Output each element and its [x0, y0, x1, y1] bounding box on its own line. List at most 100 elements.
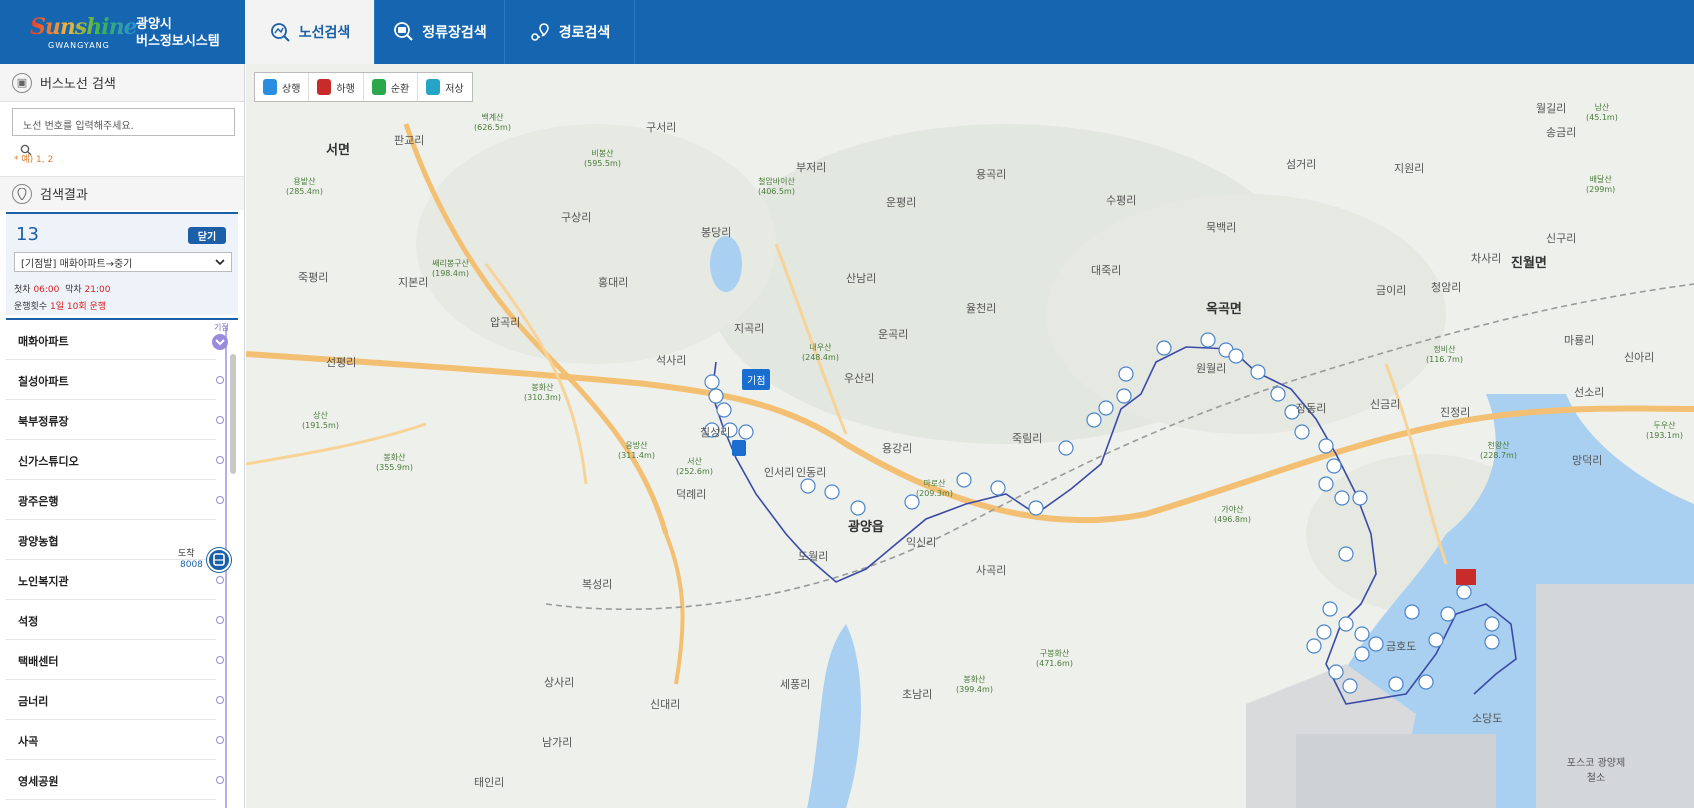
list-item[interactable]: 사곡 — [6, 720, 224, 760]
peak-name: 봉화산 — [383, 453, 406, 462]
legend-up[interactable]: 상행 — [255, 73, 310, 101]
place-label: 장동리 — [1296, 402, 1327, 415]
stop-name: 택배센터 — [18, 655, 59, 668]
peak-height: (198.4m) — [432, 269, 469, 278]
stop-name: 칠성아파트 — [18, 375, 69, 388]
tab-route-search[interactable]: 노선검색 — [245, 0, 375, 64]
place-label: 소당도 — [1472, 712, 1503, 725]
peak-label: 두우산 (193.1m) — [1646, 420, 1683, 440]
first-bus-time: 06:00 — [33, 285, 60, 295]
place-label: 선평리 — [326, 356, 357, 369]
peak-name: 백계산 — [481, 113, 504, 122]
peak-name: 정비산 — [1433, 345, 1456, 354]
bus-position-icon[interactable] — [207, 548, 231, 572]
place-label: 서면 — [326, 143, 350, 158]
place-label: 홍대리 — [598, 276, 629, 289]
arrival-bus-number: 8008 — [180, 560, 203, 570]
stop-name: 신가스튜디오 — [18, 455, 79, 468]
peak-label: 상산 (191.5m) — [302, 410, 339, 430]
place-label: 지원리 — [1394, 162, 1425, 175]
place-label: 금이리 — [1376, 284, 1407, 297]
list-item[interactable]: 신가스튜디오 — [6, 440, 224, 480]
peak-name: 가야산 — [1221, 505, 1244, 514]
place-label: 도월리 — [798, 550, 829, 563]
peak-height: (595.5m) — [584, 159, 621, 168]
sidebar-scrollbar[interactable] — [230, 354, 236, 474]
place-label: 죽평리 — [298, 271, 329, 284]
place-label: 운곡리 — [878, 328, 909, 341]
logo-subtitle: GWANGYANG — [48, 41, 110, 50]
peak-height: (116.7m) — [1426, 355, 1463, 364]
tab-path-search[interactable]: 경로검색 — [505, 0, 635, 64]
route-times: 첫차 06:00 막차 21:00 운행횟수 1일 10회 운행 — [14, 282, 110, 316]
map-view[interactable]: 상행 하행 순환 저상 기점 서면 판교리 구서리 부저리 용곡리 수평리 섬거… — [246, 64, 1694, 808]
route-search-input[interactable]: 노선 번호를 입력해주세요. — [12, 108, 235, 136]
list-item[interactable]: 칠성아파트 — [6, 360, 224, 400]
map-canvas — [246, 123, 1694, 808]
peak-height: (406.5m) — [758, 187, 795, 196]
stop-dot — [216, 496, 224, 504]
place-label: 지본리 — [398, 276, 429, 289]
legend-down[interactable]: 하행 — [309, 73, 364, 101]
peak-name: 천왕산 — [1487, 441, 1510, 450]
peak-name: 쌔리봉구산 — [432, 259, 469, 268]
peak-height: (299m) — [1586, 185, 1616, 194]
direction-select[interactable]: [기점발] 매화아파트→중기 — [14, 252, 232, 272]
peak-label: 천왕산 (228.7m) — [1480, 440, 1517, 460]
place-label: 옥곡면 — [1206, 302, 1242, 317]
place-label: 구상리 — [561, 211, 592, 224]
close-button[interactable]: 닫기 — [188, 227, 226, 244]
main-tabs: 노선검색 정류장검색 경로검색 — [245, 0, 635, 64]
place-label: 초남리 — [902, 688, 933, 701]
arrival-label: 도착 — [178, 549, 195, 559]
legend-circular[interactable]: 순환 — [364, 73, 419, 101]
place-label: 금호도 — [1386, 640, 1417, 653]
place-label: 망덕리 — [1572, 454, 1603, 467]
peak-height: (626.5m) — [474, 123, 511, 132]
peak-label: 용밭산 (285.4m) — [286, 176, 323, 196]
legend-low-floor[interactable]: 저상 — [418, 73, 471, 101]
peak-height: (471.6m) — [1036, 659, 1073, 668]
peak-height: (228.7m) — [1480, 451, 1517, 460]
place-label: 광양읍 — [848, 520, 884, 535]
list-item[interactable]: 북부정류장 — [6, 400, 224, 440]
peak-height: (45.1m) — [1586, 113, 1618, 122]
site-title-line1: 광양시 — [136, 17, 172, 32]
bus-icon: ▣ — [12, 72, 32, 93]
tab-stop-search[interactable]: 정류장검색 — [375, 0, 505, 64]
stop-dot — [216, 616, 224, 624]
stop-name: 북부정류장 — [18, 415, 69, 428]
stop-name: 사곡 — [18, 735, 39, 748]
place-label: 묵백리 — [1206, 221, 1237, 234]
place-label: 송금리 — [1546, 126, 1577, 139]
peak-name: 마로산 — [923, 479, 946, 488]
site-logo[interactable]: Sunshine GWANGYANG 광양시 버스정보시스템 — [0, 0, 245, 64]
place-label: 인서리 — [764, 466, 795, 479]
wheelchair-icon — [426, 79, 441, 95]
place-label: 구서리 — [646, 121, 677, 134]
list-item[interactable]: 영세공원 — [6, 760, 224, 800]
stop-dot — [216, 456, 224, 464]
peak-name: 응방산 — [625, 441, 648, 450]
place-label: 압곡리 — [490, 316, 521, 329]
place-label: 세풍리 — [780, 678, 811, 691]
place-label: 월길리 — [1536, 102, 1567, 115]
place-label: 율천리 — [966, 302, 997, 315]
peak-name: 비봉산 — [591, 149, 614, 158]
route-card: 13 닫기 [기점발] 매화아파트→중기 첫차 06:00 막차 21:00 운… — [6, 212, 238, 315]
list-item[interactable]: 석정 — [6, 600, 224, 640]
peak-height: (285.4m) — [286, 187, 323, 196]
list-item[interactable]: 택배센터 — [6, 640, 224, 680]
place-label: 용강리 — [882, 442, 913, 455]
list-item[interactable]: 광주은행 — [6, 480, 224, 520]
legend-up-label: 상행 — [282, 83, 301, 95]
peak-name: 봉화산 — [531, 383, 554, 392]
list-item[interactable]: 매화아파트 — [6, 320, 216, 360]
list-item[interactable]: 금너리 — [6, 680, 224, 720]
place-label: 상사리 — [544, 676, 575, 689]
tab-route-search-label: 노선검색 — [298, 25, 351, 41]
peak-name: 구봉화산 — [1039, 649, 1070, 658]
start-flag-marker[interactable]: 기점 — [742, 369, 771, 390]
place-label: 봉당리 — [701, 226, 732, 239]
peak-height: (209.3m) — [916, 489, 953, 498]
